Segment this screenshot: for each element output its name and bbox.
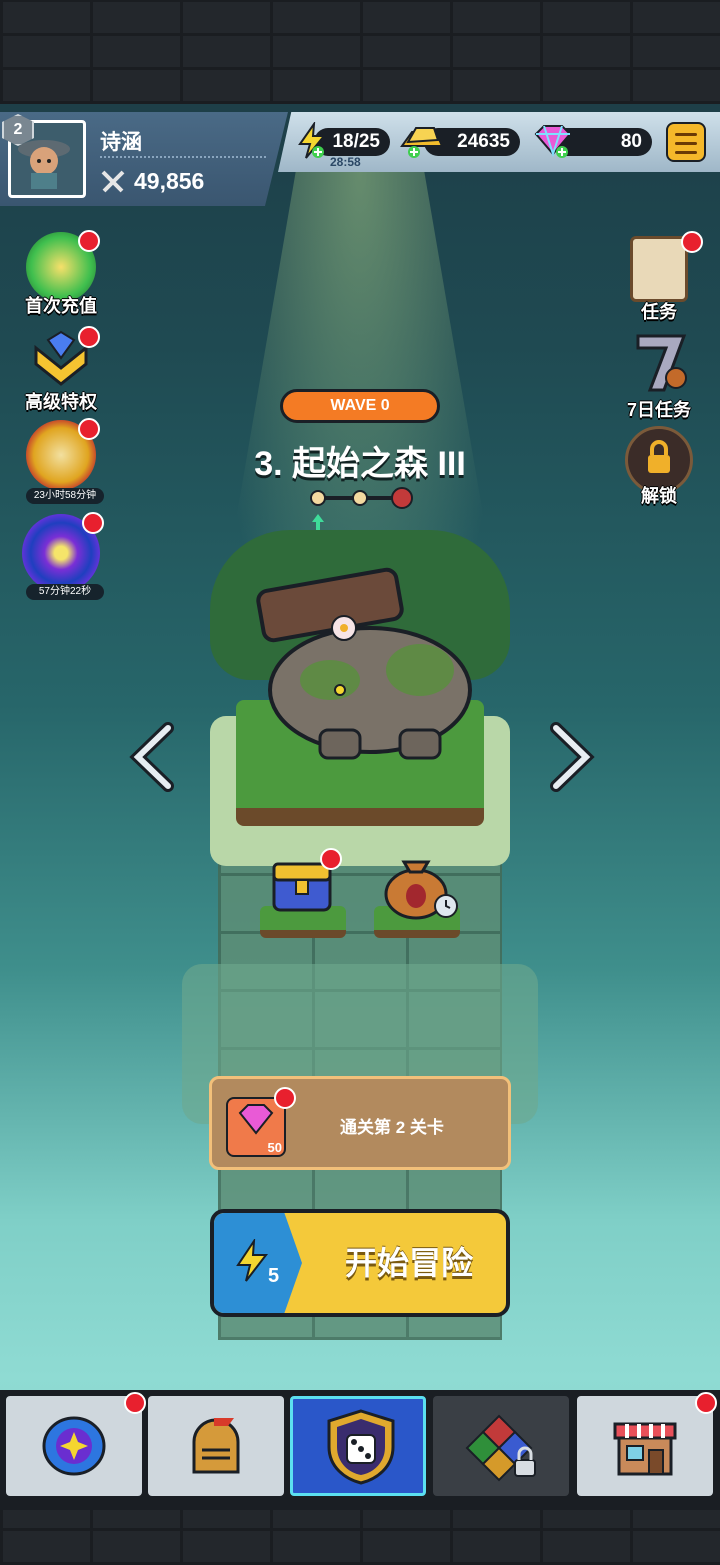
treasure-chest-button[interactable] <box>258 848 348 940</box>
notification-dot <box>320 848 342 870</box>
menu-button[interactable] <box>666 122 706 162</box>
first-recharge-label: 首次充值 <box>25 296 97 316</box>
tasks-label: 任务 <box>641 302 677 322</box>
shop-stall-icon <box>613 1422 677 1476</box>
gem-reward: 50 <box>226 1087 296 1157</box>
notification-dot <box>695 1392 717 1414</box>
energy-cost: 5 <box>268 1265 280 1287</box>
notification-dot <box>78 230 100 252</box>
notification-dot <box>78 326 100 348</box>
notification-dot <box>124 1392 146 1414</box>
premium-privilege-button[interactable]: 高级特权 <box>6 326 116 414</box>
star-portal-icon <box>22 512 104 592</box>
bottom-stone-wall <box>0 1510 720 1565</box>
combat-power: 49,856 <box>100 168 204 195</box>
lightning-icon <box>236 1239 269 1282</box>
gem-icon <box>534 125 572 158</box>
tab-heroes[interactable] <box>6 1392 146 1496</box>
talent-grid-icon <box>465 1414 536 1482</box>
combat-power-value: 49,856 <box>134 168 205 194</box>
notification-dot <box>82 512 104 534</box>
notification-dot <box>274 1087 296 1109</box>
player-name: 诗涵 <box>100 131 142 154</box>
first-recharge-button[interactable]: 首次充值 <box>6 230 116 318</box>
seven-day-tasks-button[interactable]: 7日任务 <box>604 332 714 422</box>
divider <box>100 156 266 158</box>
reward-amount: 50 <box>267 1140 282 1155</box>
quest-card[interactable]: 50 通关第 2 关卡 <box>209 1076 511 1170</box>
notification-dot <box>681 231 703 253</box>
premium-privilege-label: 高级特权 <box>25 392 97 412</box>
wave-indicator: WAVE 0 <box>280 389 440 423</box>
crossed-swords-icon <box>101 170 125 192</box>
dice-shield-icon <box>327 1409 395 1485</box>
player-profile[interactable]: 2 诗涵 49,856 <box>0 112 288 206</box>
previous-stage-arrow[interactable] <box>126 722 186 792</box>
tab-talents[interactable] <box>433 1396 569 1496</box>
gold-bars-icon <box>400 127 444 158</box>
clipboard-icon <box>630 231 703 302</box>
coin-bag-icon <box>384 860 458 920</box>
stage-progress-track <box>310 487 413 530</box>
knight-helmet-icon <box>192 1418 240 1474</box>
star-portal-icon <box>42 1416 106 1476</box>
top-stone-wall <box>0 0 720 104</box>
bottom-tab-bar <box>0 1390 720 1510</box>
event-button-2[interactable]: 57分钟22秒 <box>6 512 116 604</box>
stone-golem-boss-icon <box>256 567 472 760</box>
energy-timer: 28:58 <box>330 155 361 169</box>
tasks-button[interactable]: 任务 <box>604 231 714 324</box>
start-adventure-label: 开始冒险 <box>344 1245 473 1281</box>
event-timer-1: 23小时58分钟 <box>26 488 104 504</box>
tab-shop[interactable] <box>577 1392 717 1496</box>
next-stage-arrow[interactable] <box>538 722 598 792</box>
tab-battle[interactable] <box>290 1396 426 1496</box>
seven-day-icon <box>624 332 694 402</box>
seven-day-tasks-label: 7日任务 <box>626 400 691 420</box>
stage-title: 3. 起始之森 III <box>254 445 466 483</box>
unlock-label: 解锁 <box>641 486 677 506</box>
quest-description: 通关第 2 关卡 <box>340 1118 444 1137</box>
lightning-icon <box>298 122 327 159</box>
event-timer-2: 57分钟22秒 <box>26 584 104 600</box>
loot-bag-button[interactable] <box>372 848 462 940</box>
start-adventure-button[interactable]: 5 开始冒险 <box>210 1209 510 1317</box>
tab-equipment[interactable] <box>148 1396 284 1496</box>
